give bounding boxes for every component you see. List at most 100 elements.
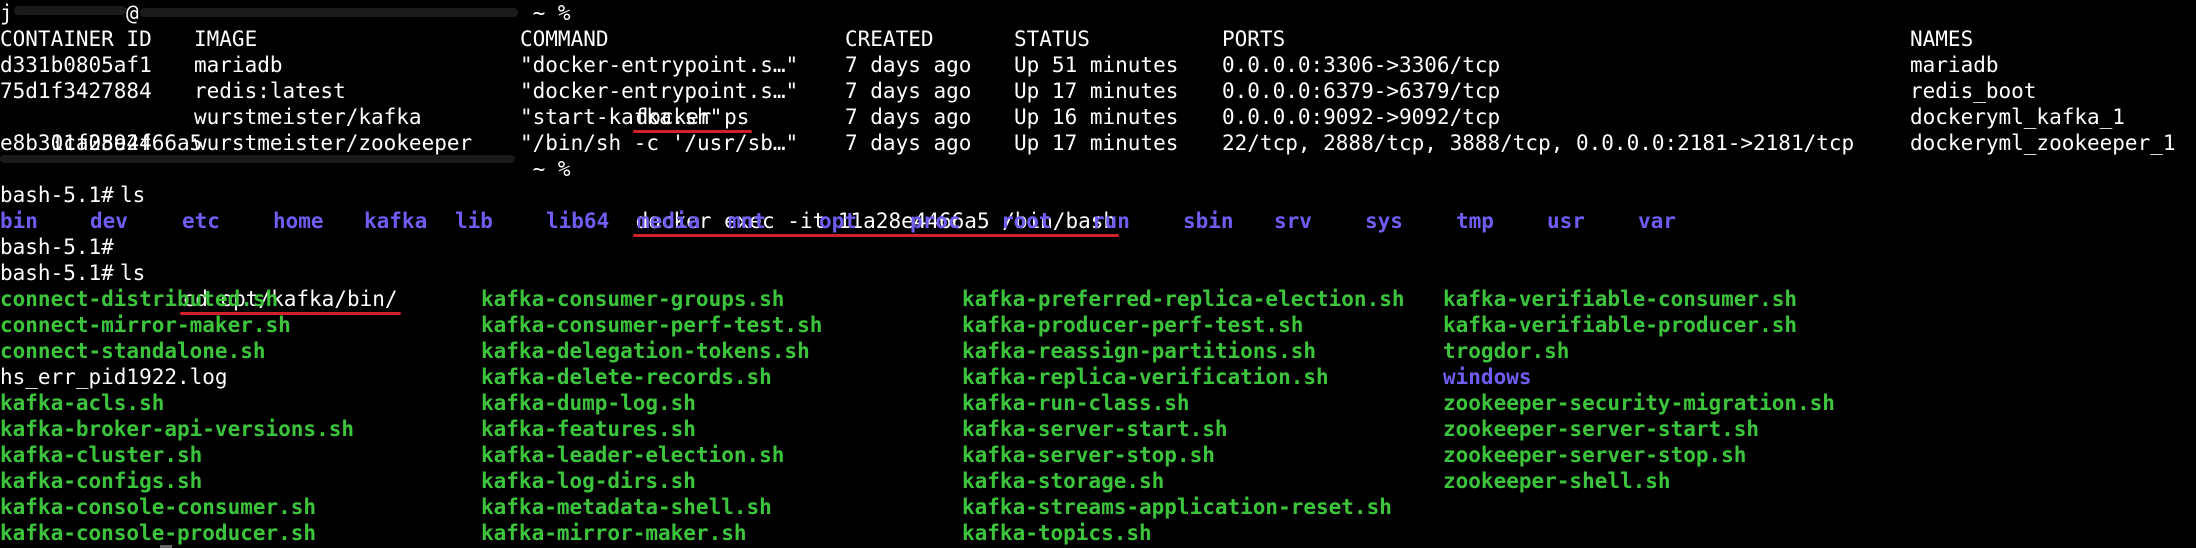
redaction-mark	[14, 6, 126, 15]
container-id: d331b0805af1	[0, 53, 152, 77]
file-entry: kafka-server-stop.sh	[962, 443, 1215, 467]
file-entry: kafka-configs.sh	[0, 469, 203, 493]
dir-entry: lib	[455, 209, 493, 233]
file-entry: zookeeper-server-start.sh	[1443, 417, 1760, 441]
file-entry: kafka-preferred-replica-election.sh	[962, 287, 1405, 311]
dir-entry: usr	[1547, 209, 1585, 233]
file-entry: kafka-consumer-groups.sh	[481, 287, 785, 311]
file-entry: kafka-consumer-perf-test.sh	[481, 313, 823, 337]
container-command: "docker-entrypoint.s…"	[520, 53, 799, 77]
header-image: IMAGE	[194, 27, 258, 51]
command-ls: ls	[120, 261, 146, 285]
dir-entry: bin	[0, 209, 38, 233]
dir-entry: root	[1001, 209, 1052, 233]
bash-prompt: bash-5.1#	[0, 235, 114, 259]
dir-entry: opt	[819, 209, 857, 233]
file-entry: kafka-features.sh	[481, 417, 696, 441]
dir-entry: tmp	[1456, 209, 1494, 233]
container-name: mariadb	[1910, 53, 1999, 77]
file-entry: kafka-streams-application-reset.sh	[962, 495, 1392, 519]
container-created: 7 days ago	[845, 105, 972, 129]
dir-entry: kafka	[364, 209, 428, 233]
bash-prompt-ls-1: bash-5.1# ls	[0, 182, 145, 208]
redaction-mark	[140, 8, 518, 17]
bash-prompt: bash-5.1#	[0, 261, 114, 285]
dir-entry: run	[1092, 209, 1130, 233]
dir-entry: home	[273, 209, 324, 233]
file-entry: kafka-run-class.sh	[962, 391, 1190, 415]
file-entry: kafka-delete-records.sh	[481, 365, 772, 389]
dir-entry: dev	[90, 209, 128, 233]
file-entry: zookeeper-shell.sh	[1443, 469, 1671, 493]
file-entry: hs_err_pid1922.log	[0, 365, 228, 389]
container-ports: 0.0.0.0:3306->3306/tcp	[1222, 53, 1501, 77]
command-ls: ls	[120, 183, 146, 207]
file-entry: kafka-server-start.sh	[962, 417, 1228, 441]
file-entry: kafka-mirror-maker.sh	[481, 521, 747, 545]
prompt-suffix: ~ %	[520, 1, 571, 25]
file-entry: zookeeper-security-migration.sh	[1443, 391, 1835, 415]
file-entry: connect-mirror-maker.sh	[0, 313, 291, 337]
dir-entry: var	[1638, 209, 1676, 233]
dir-entry: proc	[910, 209, 961, 233]
file-entry: kafka-leader-election.sh	[481, 443, 785, 467]
file-entry: kafka-delegation-tokens.sh	[481, 339, 810, 363]
container-name: redis_boot	[1910, 79, 2037, 103]
file-entry: kafka-console-producer.sh	[0, 521, 317, 545]
container-command: "docker-entrypoint.s…"	[520, 79, 799, 103]
root-directory-listing: bin dev etc home kafka lib lib64 media m…	[0, 208, 1676, 234]
container-created: 7 days ago	[845, 131, 972, 155]
container-command: "/bin/sh -c '/usr/sb…"	[520, 131, 799, 155]
header-container-id: CONTAINER ID	[0, 27, 152, 51]
file-entry: zookeeper-server-stop.sh	[1443, 443, 1747, 467]
prompt-at: @	[126, 1, 139, 25]
file-entry: kafka-topics.sh	[962, 521, 1152, 545]
container-image: wurstmeister/kafka	[194, 105, 422, 129]
file-entry: trogdor.sh	[1443, 339, 1570, 363]
container-name: dockeryml_kafka_1	[1910, 105, 2125, 129]
table-row: e8b30cf0592f wurstmeister/zookeeper "/bi…	[0, 130, 2176, 156]
container-status: Up 17 minutes	[1014, 131, 1179, 155]
table-row: d331b0805af1 mariadb "docker-entrypoint.…	[0, 52, 1999, 78]
dir-entry: etc	[182, 209, 220, 233]
file-entry: kafka-metadata-shell.sh	[481, 495, 772, 519]
dir-entry: srv	[1274, 209, 1312, 233]
dir-entry: mnt	[728, 209, 766, 233]
container-name: dockeryml_zookeeper_1	[1910, 131, 2176, 155]
file-entry: kafka-console-consumer.sh	[0, 495, 317, 519]
dir-entry: lib64	[546, 209, 610, 233]
container-ports: 22/tcp, 2888/tcp, 3888/tcp, 0.0.0.0:2181…	[1222, 131, 1855, 155]
bash-prompt-ls-2: bash-5.1# ls	[0, 260, 145, 286]
container-image: mariadb	[194, 53, 283, 77]
dir-entry: sys	[1365, 209, 1403, 233]
dir-entry: sbin	[1183, 209, 1234, 233]
file-entry: connect-standalone.sh	[0, 339, 266, 363]
container-ports: 0.0.0.0:6379->6379/tcp	[1222, 79, 1501, 103]
prompt-suffix: ~ %	[520, 157, 571, 181]
header-created: CREATED	[845, 27, 934, 51]
container-ports: 0.0.0.0:9092->9092/tcp	[1222, 105, 1501, 129]
container-created: 7 days ago	[845, 79, 972, 103]
container-status: Up 51 minutes	[1014, 53, 1179, 77]
container-image: redis:latest	[194, 79, 346, 103]
container-created: 7 days ago	[845, 53, 972, 77]
file-entry: kafka-log-dirs.sh	[481, 469, 696, 493]
file-entry: connect-distributed.sh	[0, 287, 279, 311]
file-entry: kafka-verifiable-producer.sh	[1443, 313, 1798, 337]
container-id: e8b30cf0592f	[0, 131, 152, 155]
container-command: "start-kafka.sh"	[520, 105, 723, 129]
file-entry: kafka-dump-log.sh	[481, 391, 696, 415]
prompt-user: j	[0, 1, 13, 25]
container-status: Up 16 minutes	[1014, 105, 1179, 129]
header-command: COMMAND	[520, 27, 609, 51]
file-entry: kafka-broker-api-versions.sh	[0, 417, 355, 441]
container-id: 75d1f3427884	[0, 79, 152, 103]
ps-header-row: CONTAINER ID IMAGE COMMAND CREATED STATU…	[0, 26, 1973, 52]
terminal-window[interactable]: j @ ~ % docker ps CONTAINER ID IMAGE COM…	[0, 0, 2196, 548]
header-status: STATUS	[1014, 27, 1090, 51]
dir-entry: media	[637, 209, 701, 233]
header-names: NAMES	[1910, 27, 1974, 51]
header-ports: PORTS	[1222, 27, 1286, 51]
file-entry: kafka-acls.sh	[0, 391, 165, 415]
container-status: Up 17 minutes	[1014, 79, 1179, 103]
